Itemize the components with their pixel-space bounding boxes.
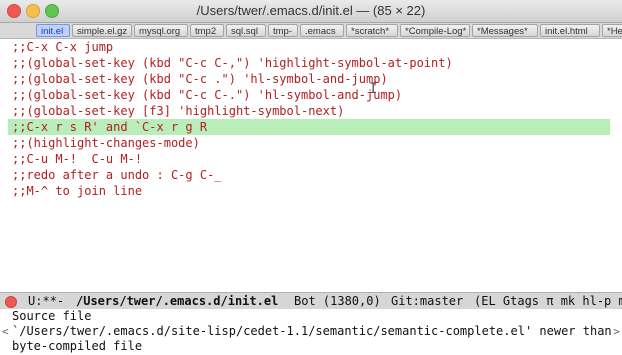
buffer-position: Bot (1380,0) [294,294,381,308]
mode-line: U:**- /Users/twer/.emacs.d/init.el Bot (… [0,292,622,310]
editor-buffer[interactable]: ;;C-x C-x jump ;;(global-set-key (kbd "C… [0,39,622,290]
tab-mysql-org[interactable]: mysql.org [134,24,188,37]
tab-bar: init.el simple.el.gz mysql.org tmp2 sql.… [0,23,622,39]
code-line-highlighted: ;;C-x r s R' and `C-x r g R [8,119,610,135]
tab-tmp2[interactable]: tmp2 [190,24,224,37]
code-line: ;;C-u M-! C-u M-! [12,152,143,166]
vcs-branch[interactable]: Git:master [391,293,463,309]
code-line: ;;(global-set-key (kbd "C-c C-,") 'highl… [12,56,453,70]
tab-init-el[interactable]: init.el [36,24,70,37]
title-bar: /Users/twer/.emacs.d/init.el — (85 × 22) [0,0,622,23]
code-line: ;;(global-set-key (kbd "C-c .") 'hl-symb… [12,72,388,86]
echo-line: byte-compiled file [12,339,143,353]
code-line: ;;M-^ to join line [12,184,143,198]
tab-help-truncated[interactable]: *He [602,24,622,37]
window-title: /Users/twer/.emacs.d/init.el — (85 × 22) [196,3,426,18]
tab-tmp-dash[interactable]: tmp- [268,24,298,37]
tab-init-el-html[interactable]: init.el.html [540,24,600,37]
mouse-ibeam-icon: I [369,81,378,97]
echo-line: Source file [12,309,92,323]
continuation-arrow-icon: > [613,325,620,338]
continuation-arrow-icon: < [2,325,9,338]
echo-line: `/Users/twer/.emacs.d/site-lisp/cedet-1.… [12,324,612,338]
tab-sql-sql[interactable]: sql.sql [226,24,266,37]
code-line: ;;redo after a undo : C-g C-_ [12,168,222,182]
code-line: ;;(global-set-key [f3] 'highlight-symbol… [12,104,345,118]
code-line: ;;C-x C-x jump [12,40,114,54]
tab-simple-el-gz[interactable]: simple.el.gz [72,24,132,37]
tab-messages[interactable]: *Messages* [472,24,538,37]
tab-compile-log[interactable]: *Compile-Log* [400,24,470,37]
minor-modes[interactable]: (EL Gtags π mk hl-p m [474,293,622,309]
buffer-status: U:**- [28,294,65,308]
tab-scratch[interactable]: *scratch* [346,24,398,37]
echo-area: Source file < `/Users/twer/.emacs.d/site… [0,309,622,355]
code-line: ;;(highlight-changes-mode) [12,136,200,150]
code-line: ;;(global-set-key (kbd "C-c C-.") 'hl-sy… [12,88,403,102]
tab-dot-emacs[interactable]: .emacs [300,24,344,37]
buffer-file-name[interactable]: /Users/twer/.emacs.d/init.el [76,293,278,309]
modified-indicator-icon [5,296,17,308]
